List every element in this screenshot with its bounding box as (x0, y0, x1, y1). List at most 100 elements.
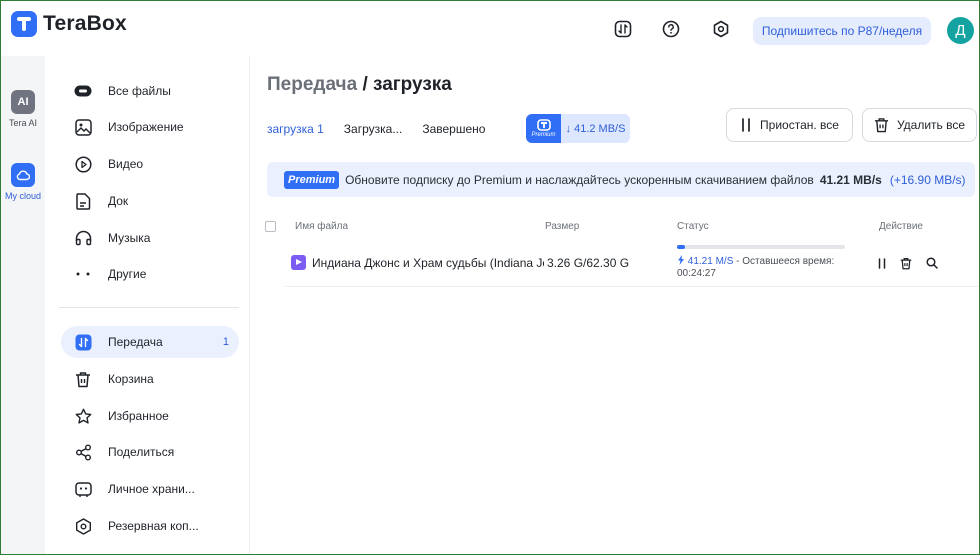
sidebar-item-label: Видео (108, 157, 144, 171)
vault-icon (74, 480, 92, 498)
subscribe-button[interactable]: Подпишитесь по Р87/неделя (753, 17, 931, 45)
play-icon (74, 155, 92, 173)
more-icon (74, 265, 92, 283)
rail-item-tera-ai[interactable]: AI Tera AI (1, 90, 45, 128)
download-progress-fill (677, 245, 686, 249)
banner-speed: 41.21 MB/s (819, 172, 882, 187)
terabox-logo[interactable]: TeraBox (11, 11, 127, 37)
tab-completed[interactable]: Завершено (422, 122, 485, 136)
transfer-icon (74, 333, 92, 351)
breadcrumb-separator: / (362, 74, 368, 95)
pause-icon (742, 118, 750, 132)
breadcrumb-transfer[interactable]: Передача (267, 74, 357, 95)
sidebar-item-favorites[interactable]: Избранное (61, 400, 239, 432)
sidebar-item-music[interactable]: Музыка (61, 222, 239, 254)
row-locate-button[interactable] (925, 256, 939, 270)
document-icon (74, 192, 92, 210)
sidebar-item-label: Избранное (108, 409, 169, 423)
sidebar-item-personal-vault[interactable]: Личное храни... (61, 473, 239, 505)
sidebar-item-label: Резервная коп... (108, 519, 199, 533)
column-header-name[interactable]: Имя файла (295, 221, 348, 232)
video-file-icon (291, 255, 306, 270)
trash-icon (74, 370, 92, 388)
top-bar: TeraBox Подпишитесь по Р87/неделя Д (1, 1, 979, 56)
rail-item-my-cloud[interactable]: My cloud (1, 163, 45, 201)
download-progress-bar (677, 245, 845, 249)
rail-item-label: My cloud (4, 191, 41, 201)
sidebar-item-label: Корзина (108, 372, 154, 386)
headphones-icon (74, 229, 92, 247)
star-icon (74, 407, 92, 425)
terabox-logo-icon (11, 11, 37, 37)
sidebar-item-all-files[interactable]: Все файлы (61, 75, 239, 107)
lightning-icon (678, 255, 684, 265)
sidebar-item-video[interactable]: Видео (61, 148, 239, 180)
sidebar-item-label: Передача (108, 335, 163, 349)
column-header-status: Статус (677, 221, 709, 232)
table-header: Имя файла Размер Статус Действие (251, 216, 979, 238)
sidebar-item-docs[interactable]: Док (61, 185, 239, 217)
transfer-count-badge: 1 (222, 336, 229, 348)
share-icon (74, 443, 92, 461)
download-status: 41.21 M/S - Оставшееся время: (677, 255, 834, 267)
premium-banner[interactable]: Premium Обновите подписку до Premium и н… (267, 162, 975, 197)
avatar[interactable]: Д (947, 17, 974, 44)
cloud-icon (11, 163, 35, 187)
premium-speed-indicator[interactable]: Premium ↓ 41.2 MB/S (526, 114, 630, 143)
sidebar: Все файлы Изображение Видео Док Музыка Д… (45, 56, 250, 554)
sidebar-item-backup[interactable]: Резервная коп... (61, 510, 239, 542)
premium-tag: Premium (284, 170, 340, 189)
image-icon (74, 118, 92, 136)
app-window: TeraBox Подпишитесь по Р87/неделя Д AI T… (0, 0, 980, 555)
backup-icon (74, 517, 92, 535)
sidebar-item-images[interactable]: Изображение (61, 111, 239, 143)
tab-download[interactable]: загрузка 1 (267, 122, 324, 136)
main-content: Передача / загрузка загрузка 1 Загрузка.… (251, 56, 979, 554)
sidebar-item-trash[interactable]: Корзина (61, 363, 239, 395)
delete-all-button[interactable]: Удалить все (862, 108, 977, 142)
transfer-icon[interactable] (612, 18, 634, 40)
sidebar-item-share[interactable]: Поделиться (61, 436, 239, 468)
pause-icon (878, 257, 886, 269)
sidebar-item-label: Изображение (108, 120, 184, 134)
row-delete-button[interactable] (899, 256, 913, 270)
ai-icon: AI (11, 90, 35, 114)
banner-bonus-speed: (+16.90 MB/s) (889, 172, 966, 187)
sidebar-item-label: Музыка (108, 231, 151, 245)
premium-logo-icon: Premium (526, 114, 561, 143)
pause-all-button[interactable]: Приостан. все (726, 108, 853, 142)
trash-icon (874, 118, 889, 133)
column-header-size[interactable]: Размер (545, 221, 579, 232)
sidebar-item-transfer[interactable]: Передача 1 (61, 326, 239, 358)
sidebar-item-label: Личное храни... (108, 482, 195, 496)
sidebar-item-label: Другие (108, 267, 147, 281)
row-pause-button[interactable] (875, 256, 889, 270)
delete-all-label: Удалить все (896, 118, 966, 132)
sidebar-item-other[interactable]: Другие (61, 258, 239, 290)
file-size: 3.26 G/62.30 G (547, 256, 630, 270)
column-header-action: Действие (879, 221, 923, 232)
remaining-label: - Оставшееся время: (736, 256, 835, 267)
search-icon (926, 257, 938, 269)
transfer-tabs: загрузка 1 Загрузка... Завершено (267, 122, 485, 136)
sidebar-item-label: Док (108, 194, 129, 208)
breadcrumb-current: загрузка (373, 74, 452, 95)
page-title: Передача / загрузка (267, 74, 452, 96)
rail-item-label: Tera AI (8, 118, 37, 128)
sidebar-divider (59, 307, 239, 308)
row-download-speed: 41.21 M/S (687, 256, 734, 267)
trash-icon (900, 257, 912, 269)
banner-text: Обновите подписку до Premium и наслаждай… (345, 172, 814, 187)
settings-icon[interactable] (710, 18, 732, 40)
file-name[interactable]: Индиана Джонс и Храм судьбы (Indiana Jon… (312, 256, 544, 270)
select-all-checkbox[interactable] (265, 221, 276, 232)
folder-icon (74, 82, 92, 100)
app-rail: AI Tera AI My cloud (1, 56, 45, 554)
table-row[interactable]: Индиана Джонс и Храм судьбы (Indiana Jon… (285, 239, 979, 287)
logo-text: TeraBox (43, 12, 127, 35)
tab-uploading[interactable]: Загрузка... (344, 122, 403, 136)
sidebar-item-label: Все файлы (108, 84, 171, 98)
help-icon[interactable] (660, 18, 682, 40)
sidebar-item-label: Поделиться (108, 445, 175, 459)
remaining-time: 00:24:27 (677, 268, 716, 279)
